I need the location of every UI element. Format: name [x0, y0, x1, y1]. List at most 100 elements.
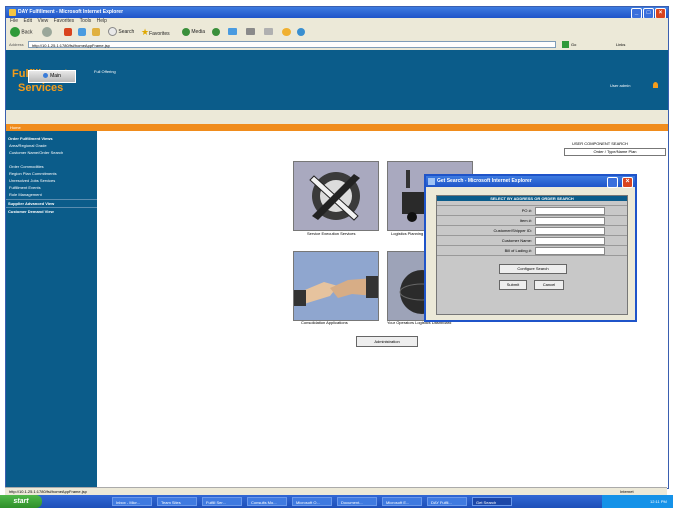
address-input[interactable]: http://10.1.25.1:1780/fsi/homeAppFrame.j… [28, 41, 556, 48]
mail-icon [228, 28, 237, 36]
taskbar-item[interactable]: DAY Fulfil... [427, 497, 467, 506]
taskbar-item[interactable]: Microsoft E... [382, 497, 422, 506]
order-search-field[interactable]: Order / Type/Name Plan [564, 148, 666, 156]
messenger-icon [297, 27, 305, 36]
edit-icon [264, 28, 273, 36]
taskbar-item-active[interactable]: Get Search [472, 497, 512, 506]
menu-help[interactable]: Help [97, 18, 107, 24]
service-execution-tile[interactable] [293, 161, 379, 231]
administration-button[interactable]: Administration [356, 336, 418, 347]
taskbar-item[interactable]: Team Sites [157, 497, 197, 506]
menu-bar: File Edit View Favorites Tools Help [6, 18, 668, 25]
ie-icon [428, 178, 435, 185]
customer-name-input[interactable] [535, 237, 605, 245]
customer-id-label: Customer/Shipper ID: [493, 228, 532, 233]
taskbar-item[interactable]: Consults Mo... [247, 497, 287, 506]
sidebar-divider [6, 199, 97, 200]
forward-button[interactable] [42, 27, 52, 38]
menu-edit[interactable]: Edit [23, 18, 32, 24]
main-button[interactable]: Main [28, 70, 76, 83]
sidebar-section-order-fulfillment[interactable]: Order Fulfillment Views [8, 136, 53, 141]
browser-window: DAY Fulfillment - Microsoft Internet Exp… [5, 6, 669, 489]
menu-view[interactable]: View [37, 18, 48, 24]
menu-favorites[interactable]: Favorites [54, 18, 75, 24]
media-label: Media [191, 29, 206, 35]
mail-button[interactable] [228, 27, 237, 38]
sidebar: Order Fulfillment Views Area/Regional Gr… [6, 131, 97, 488]
print-icon [246, 28, 255, 36]
status-bar: http://10.1.25.1:1780/fsi/homeAppFrame.j… [5, 487, 667, 495]
refresh-icon [78, 27, 86, 36]
form-divider [437, 255, 627, 256]
history-button[interactable] [212, 27, 220, 38]
cancel-button[interactable]: Cancel [534, 280, 564, 290]
customer-name-label: Customer Name: [501, 238, 532, 243]
dialog-minimize-icon[interactable] [607, 177, 618, 188]
search-button[interactable]: Search [108, 27, 134, 38]
sidebar-divider [6, 207, 97, 208]
links-label[interactable]: Links [616, 40, 625, 50]
dialog-close-icon[interactable]: × [622, 177, 633, 188]
search-label: Search [118, 29, 135, 35]
sidebar-item[interactable]: Order Commodities [9, 164, 44, 169]
bill-of-lading-label: Bill of Lading #: [504, 248, 532, 253]
menu-tools[interactable]: Tools [80, 18, 92, 24]
sidebar-item[interactable]: Customer Name/Order Search [9, 150, 63, 155]
taskbar-item[interactable]: Inbox - Micr... [112, 497, 152, 506]
browser-titlebar: DAY Fulfillment - Microsoft Internet Exp… [6, 7, 668, 19]
compass-icon [309, 172, 360, 221]
consolidation-tile[interactable] [293, 251, 379, 321]
customer-id-input[interactable] [535, 227, 605, 235]
submit-button[interactable]: Submit [499, 280, 527, 290]
favorites-button[interactable]: ★Favorites [141, 27, 170, 38]
history-icon [212, 27, 220, 36]
sidebar-item[interactable]: Fulfillment Events [9, 185, 41, 190]
taskbar: start Inbox - Micr... Team Sites Fulfill… [0, 495, 673, 508]
search-form-panel: SELECT BY ADDRESS OR ORDER SEARCH PO #: … [436, 195, 628, 315]
back-button[interactable]: Back [10, 27, 33, 38]
user-link[interactable]: User admin [610, 83, 630, 88]
messenger-icon-button[interactable] [297, 27, 305, 38]
item-number-input[interactable] [535, 217, 605, 225]
sidebar-item[interactable]: Region Plan Commitments [9, 171, 57, 176]
home-link[interactable]: Home [10, 125, 21, 130]
home-button[interactable] [92, 27, 100, 38]
sidebar-item[interactable]: Area/Regional Grade [9, 143, 47, 148]
start-button[interactable]: start [0, 495, 42, 508]
item-number-row: Item #: [437, 215, 627, 225]
clock: 12:11 PM [650, 499, 667, 504]
stop-icon [64, 27, 72, 36]
address-bar: Address http://10.1.25.1:1780/fsi/homeAp… [6, 40, 668, 50]
edit-button[interactable] [264, 27, 273, 38]
home-icon [92, 27, 100, 36]
media-button[interactable]: Media [182, 27, 205, 38]
back-arrow-icon [10, 27, 20, 37]
bill-of-lading-row: Bill of Lading #: [437, 245, 627, 255]
bill-of-lading-input[interactable] [535, 247, 605, 255]
refresh-button[interactable] [78, 27, 86, 38]
go-icon[interactable] [562, 41, 569, 48]
sidebar-section-supplier[interactable]: Supplier Advanced View [8, 201, 54, 206]
user-icon [653, 82, 658, 88]
full-offering-link[interactable]: Full Offering [94, 69, 116, 74]
sidebar-item[interactable]: Role Management [9, 192, 42, 197]
nav-bar [6, 124, 668, 131]
tile-caption: Consolidation Applications [301, 320, 348, 325]
messenger-button[interactable] [282, 27, 291, 38]
status-text: http://10.1.25.1:1780/fsi/homeAppFrame.j… [9, 489, 87, 494]
browser-title: DAY Fulfillment - Microsoft Internet Exp… [18, 9, 124, 15]
po-number-input[interactable] [535, 207, 605, 215]
taskbar-item[interactable]: Microsoft O... [292, 497, 332, 506]
sidebar-item[interactable]: Unresolved Jobs Services [9, 178, 55, 183]
stop-button[interactable] [64, 27, 72, 38]
print-button[interactable] [246, 27, 255, 38]
menu-file[interactable]: File [10, 18, 18, 24]
configure-search-button[interactable]: Configure Search [499, 264, 567, 274]
go-label[interactable]: Go [571, 40, 576, 50]
po-number-label: PO #: [521, 208, 532, 213]
system-tray: 12:11 PM [602, 495, 673, 508]
taskbar-item[interactable]: Document... [337, 497, 377, 506]
zone-label: Internet [620, 489, 634, 494]
taskbar-item[interactable]: Fulfill Ser... [202, 497, 242, 506]
sidebar-section-customer[interactable]: Customer Demand View [8, 209, 54, 214]
